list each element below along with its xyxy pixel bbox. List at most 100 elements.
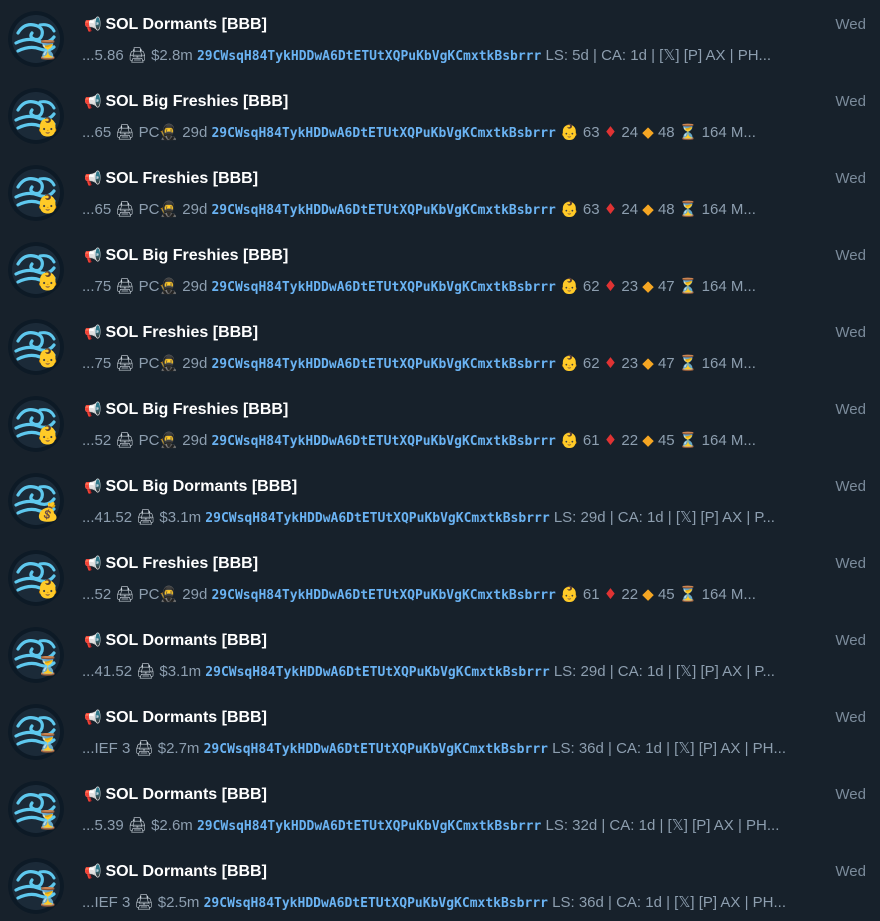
token-address-link[interactable]: 29CWsqH84TykHDDwA6DtETUtXQPuKbVgKCmxtkBs… — [211, 357, 555, 372]
preview-text: 23 — [617, 278, 643, 295]
chat-row[interactable]: ⏳ 📢 SOL Dormants [BBB] Wed ...41.52 🖨 $3.1m … — [0, 616, 880, 693]
chat-title: 📢 SOL Big Freshies [BBB] — [84, 93, 288, 111]
chat-row[interactable]: 👶 📢 SOL Big Freshies [BBB] Wed ...65 🖨 PC🥷 2… — [0, 77, 880, 154]
chat-title-text: SOL Dormants [BBB] — [105, 709, 267, 726]
token-address-link[interactable]: 29CWsqH84TykHDDwA6DtETUtXQPuKbVgKCmxtkBs… — [204, 896, 548, 911]
hourglass-icon: ⏳ — [36, 887, 60, 908]
printer-icon: 🖨 — [134, 893, 154, 911]
chat-row[interactable]: 👶 📢 SOL Big Freshies [BBB] Wed ...75 🖨 PC🥷 2… — [0, 231, 880, 308]
preview-text: 164 M... — [697, 124, 756, 141]
megaphone-icon: 📢 — [84, 248, 102, 264]
preview-text: 22 — [617, 432, 643, 449]
orange-diamond-icon: ◆ — [642, 431, 654, 449]
baby-icon: 👶 — [560, 123, 579, 141]
chat-title-text: SOL Dormants [BBB] — [105, 16, 267, 33]
megaphone-icon: 📢 — [84, 94, 102, 110]
hourglass-icon: ⏳ — [678, 354, 698, 372]
token-address-link[interactable]: 29CWsqH84TykHDDwA6DtETUtXQPuKbVgKCmxtkBs… — [211, 434, 555, 449]
preview-text: ...65 — [82, 124, 116, 141]
chat-time: Wed — [835, 170, 866, 187]
preview-text: ...41.52 — [82, 509, 137, 526]
baby-icon: 👶 — [560, 200, 579, 218]
preview-text: 29d — [178, 124, 212, 141]
baby-icon: 👶 — [36, 194, 60, 215]
chat-row[interactable]: ⏳ 📢 SOL Dormants [BBB] Wed ...5.39 🖨 $2.6m 2… — [0, 770, 880, 847]
red-diamond-icon: ♦ — [603, 354, 618, 372]
printer-icon: 🖨 — [115, 431, 135, 449]
red-diamond-icon: ♦ — [603, 585, 618, 603]
chat-row[interactable]: 👶 📢 SOL Big Freshies [BBB] Wed ...52 🖨 PC🥷 2… — [0, 385, 880, 462]
ninja-icon: 🥷 — [159, 123, 179, 141]
message-preview: ...65 🖨 PC🥷 29d 29CWsqH84TykHDDwA6DtETUt… — [82, 200, 862, 218]
preview-text: 29d — [178, 432, 212, 449]
preview-text: $2.5m — [153, 894, 204, 911]
preview-text: 45 — [653, 586, 679, 603]
token-address-link[interactable]: 29CWsqH84TykHDDwA6DtETUtXQPuKbVgKCmxtkBs… — [211, 280, 555, 295]
token-address-link[interactable]: 29CWsqH84TykHDDwA6DtETUtXQPuKbVgKCmxtkBs… — [205, 665, 549, 680]
chat-row[interactable]: ⏳ 📢 SOL Dormants [BBB] Wed ...5.86 🖨 $2.8m 2… — [0, 0, 880, 77]
preview-text: LS: 29d | CA: 1d | [𝕏] [P] AX | P... — [549, 509, 775, 526]
message-preview: ...75 🖨 PC🥷 29d 29CWsqH84TykHDDwA6DtETUt… — [82, 277, 862, 295]
chat-title: 📢 SOL Dormants [BBB] — [84, 709, 267, 727]
baby-icon: 👶 — [560, 277, 579, 295]
chat-title-text: SOL Dormants [BBB] — [105, 786, 267, 803]
chat-title: 📢 SOL Dormants [BBB] — [84, 16, 267, 34]
message-preview: ...52 🖨 PC🥷 29d 29CWsqH84TykHDDwA6DtETUt… — [82, 431, 862, 449]
hourglass-icon: ⏳ — [36, 656, 60, 677]
preview-text: 23 — [617, 355, 643, 372]
preview-text: ...IEF 3 — [82, 740, 135, 757]
token-address-link[interactable]: 29CWsqH84TykHDDwA6DtETUtXQPuKbVgKCmxtkBs… — [197, 819, 541, 834]
red-diamond-icon: ♦ — [603, 123, 618, 141]
printer-icon: 🖨 — [136, 508, 156, 526]
megaphone-icon: 📢 — [84, 479, 102, 495]
baby-icon: 👶 — [36, 348, 60, 369]
megaphone-icon: 📢 — [84, 710, 102, 726]
preview-text: $2.8m — [146, 47, 197, 64]
chat-row[interactable]: ⏳ 📢 SOL Dormants [BBB] Wed ...IEF 3 🖨 $2.7m … — [0, 693, 880, 770]
printer-icon: 🖨 — [136, 662, 156, 680]
baby-icon: 👶 — [36, 579, 60, 600]
ninja-icon: 🥷 — [159, 431, 179, 449]
orange-diamond-icon: ◆ — [642, 354, 654, 372]
message-preview: ...41.52 🖨 $3.1m 29CWsqH84TykHDDwA6DtETU… — [82, 662, 862, 680]
megaphone-icon: 📢 — [84, 17, 102, 33]
message-preview: ...75 🖨 PC🥷 29d 29CWsqH84TykHDDwA6DtETUt… — [82, 354, 862, 372]
preview-text: LS: 36d | CA: 1d | [𝕏] [P] AX | PH... — [547, 740, 787, 757]
token-address-link[interactable]: 29CWsqH84TykHDDwA6DtETUtXQPuKbVgKCmxtkBs… — [205, 511, 549, 526]
chat-row[interactable]: 👶 📢 SOL Freshies [BBB] Wed ...75 🖨 PC🥷 29d 2… — [0, 308, 880, 385]
hourglass-icon: ⏳ — [678, 277, 698, 295]
hourglass-icon: ⏳ — [678, 585, 698, 603]
preview-text: ...75 — [82, 355, 116, 372]
preview-text: 48 — [653, 201, 679, 218]
preview-text: 29d — [178, 355, 212, 372]
baby-icon: 👶 — [36, 425, 60, 446]
preview-text: ...41.52 — [82, 663, 137, 680]
chat-title: 📢 SOL Dormants [BBB] — [84, 786, 267, 804]
chat-title: 📢 SOL Dormants [BBB] — [84, 863, 267, 881]
chat-row[interactable]: 👶 📢 SOL Freshies [BBB] Wed ...65 🖨 PC🥷 29d 2… — [0, 154, 880, 231]
preview-text: 61 — [578, 432, 604, 449]
token-address-link[interactable]: 29CWsqH84TykHDDwA6DtETUtXQPuKbVgKCmxtkBs… — [211, 588, 555, 603]
preview-text: 164 M... — [697, 278, 756, 295]
preview-text: 47 — [653, 355, 679, 372]
token-address-link[interactable]: 29CWsqH84TykHDDwA6DtETUtXQPuKbVgKCmxtkBs… — [211, 203, 555, 218]
message-preview: ...IEF 3 🖨 $2.7m 29CWsqH84TykHDDwA6DtETU… — [82, 739, 862, 757]
chat-time: Wed — [835, 555, 866, 572]
chat-time: Wed — [835, 478, 866, 495]
token-address-link[interactable]: 29CWsqH84TykHDDwA6DtETUtXQPuKbVgKCmxtkBs… — [197, 49, 541, 64]
preview-text: 47 — [653, 278, 679, 295]
chat-time: Wed — [835, 632, 866, 649]
preview-text: 24 — [617, 124, 643, 141]
token-address-link[interactable]: 29CWsqH84TykHDDwA6DtETUtXQPuKbVgKCmxtkBs… — [211, 126, 555, 141]
chat-row[interactable]: ⏳ 📢 SOL Dormants [BBB] Wed ...IEF 3 🖨 $2.5m … — [0, 847, 880, 921]
printer-icon: 🖨 — [115, 354, 135, 372]
chat-row[interactable]: 👶 📢 SOL Freshies [BBB] Wed ...52 🖨 PC🥷 29d 2… — [0, 539, 880, 616]
printer-icon: 🖨 — [115, 200, 135, 218]
preview-text: 63 — [578, 201, 604, 218]
chat-time: Wed — [835, 93, 866, 110]
token-address-link[interactable]: 29CWsqH84TykHDDwA6DtETUtXQPuKbVgKCmxtkBs… — [204, 742, 548, 757]
printer-icon: 🖨 — [127, 816, 147, 834]
hourglass-icon: ⏳ — [678, 123, 698, 141]
chat-row[interactable]: 💰 📢 SOL Big Dormants [BBB] Wed ...41.52 🖨 $3… — [0, 462, 880, 539]
chat-title-text: SOL Big Freshies [BBB] — [105, 93, 289, 110]
